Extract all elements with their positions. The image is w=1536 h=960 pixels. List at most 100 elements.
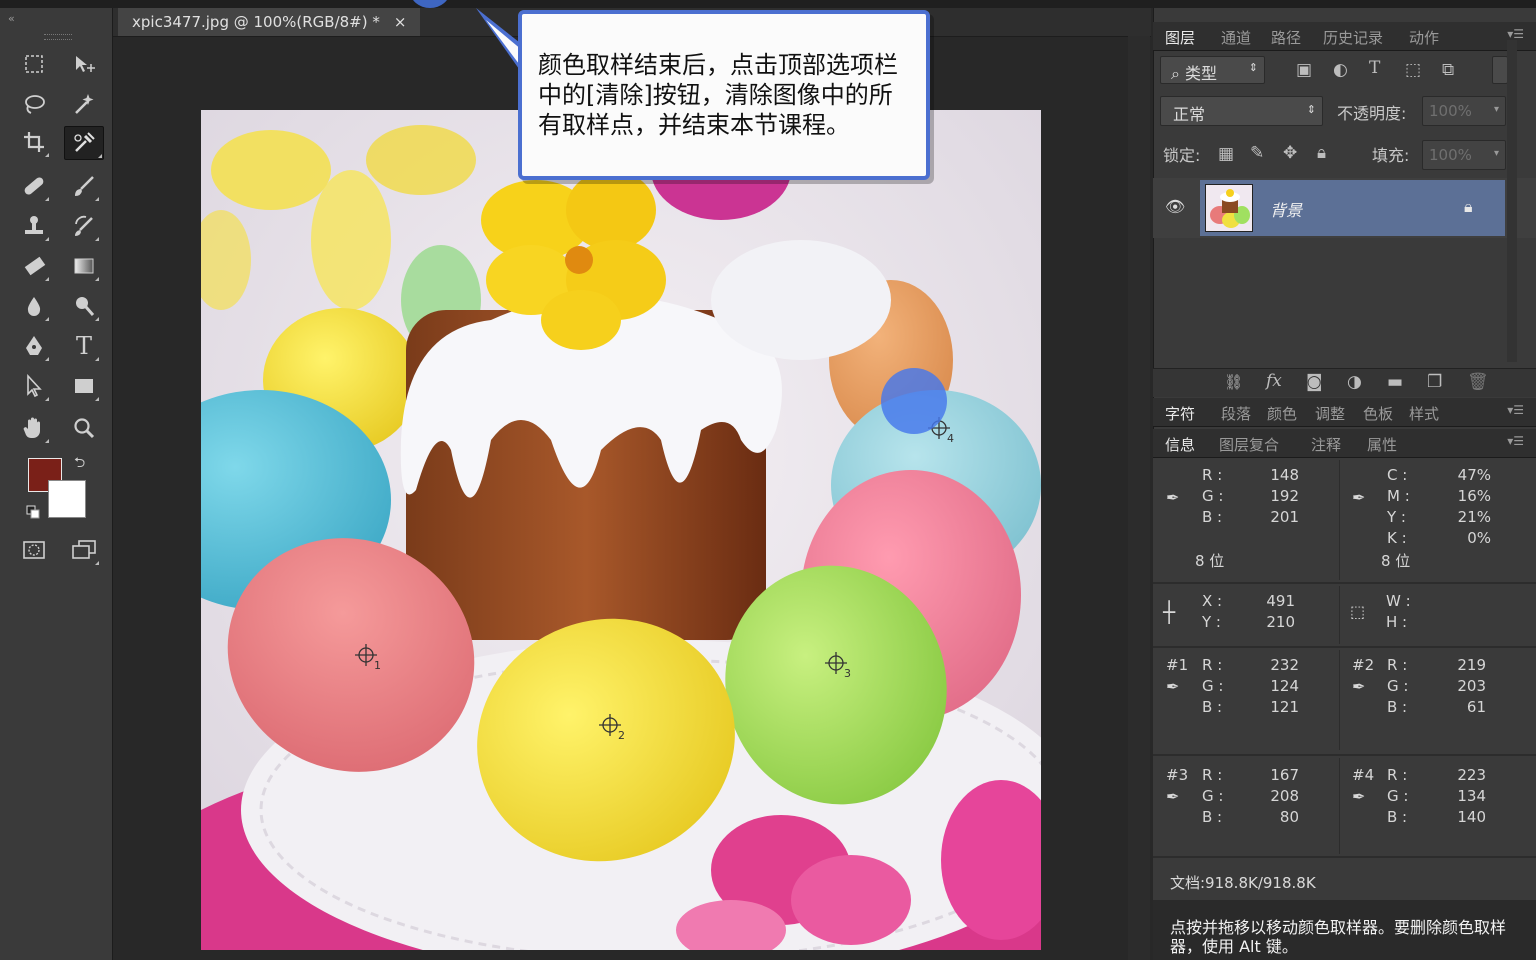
hand-icon[interactable] bbox=[18, 412, 50, 444]
healing-brush-icon[interactable] bbox=[18, 170, 50, 202]
delete-layer-icon[interactable]: 🗑︎ bbox=[1467, 372, 1489, 392]
quick-mask-icon[interactable] bbox=[18, 534, 50, 566]
tab-info[interactable]: 信息 bbox=[1165, 434, 1195, 455]
eyedropper-icon[interactable]: ✒︎ bbox=[1352, 787, 1365, 806]
new-group-icon[interactable]: ▬ bbox=[1387, 372, 1403, 392]
document-size: 文档:918.8K/918.8K bbox=[1170, 874, 1316, 892]
opacity-input[interactable]: 100% ▾ bbox=[1422, 96, 1506, 126]
cmyk-y-label: Y : bbox=[1387, 508, 1406, 526]
lock-transparent-icon[interactable]: ▦ bbox=[1218, 144, 1234, 164]
tab-layer-comps[interactable]: 图层复合 bbox=[1219, 434, 1279, 455]
tab-character[interactable]: 字符 bbox=[1165, 403, 1195, 424]
x-label: X : bbox=[1202, 592, 1223, 610]
color-sampler-icon[interactable] bbox=[64, 126, 104, 160]
callout-text: 颜色取样结束后，点击顶部选项栏中的[清除]按钮，清除图像中的所有取样点，并结束本… bbox=[538, 51, 898, 139]
eraser-icon[interactable] bbox=[18, 250, 50, 282]
info-divider bbox=[1339, 650, 1340, 750]
path-select-icon[interactable] bbox=[18, 370, 50, 402]
tab-layers[interactable]: 图层 bbox=[1165, 27, 1195, 48]
filter-type-icon[interactable]: T bbox=[1369, 58, 1380, 78]
lasso-icon[interactable] bbox=[18, 88, 50, 120]
rectangle-icon[interactable] bbox=[68, 370, 100, 402]
tab-channels[interactable]: 通道 bbox=[1221, 27, 1251, 48]
lock-all-icon[interactable]: 🔒︎ bbox=[1317, 143, 1326, 163]
eyedropper-icon[interactable]: ✒︎ bbox=[1166, 488, 1179, 507]
magic-wand-icon[interactable] bbox=[68, 88, 100, 120]
filter-shape-icon[interactable]: ⬚ bbox=[1405, 60, 1421, 80]
filter-pixel-icon[interactable]: ▣ bbox=[1296, 60, 1312, 80]
filter-smart-object-icon[interactable]: ⧉ bbox=[1442, 60, 1454, 80]
tab-styles[interactable]: 样式 bbox=[1409, 403, 1439, 424]
s2-g-label: G : bbox=[1387, 677, 1409, 695]
toolbar-grip[interactable] bbox=[44, 34, 72, 40]
eyedropper-icon[interactable]: ✒︎ bbox=[1352, 677, 1365, 696]
cmyk-m-label: M : bbox=[1387, 487, 1410, 505]
layer-filter-select[interactable]: ⌕ 类型 ⇕ bbox=[1160, 56, 1265, 84]
filter-toggle[interactable] bbox=[1492, 56, 1508, 84]
new-layer-icon[interactable]: ❐ bbox=[1427, 372, 1442, 392]
sampler-label-2: 2 bbox=[618, 729, 625, 742]
blend-mode-select[interactable]: 正常 ⇕ bbox=[1160, 96, 1323, 126]
eyedropper-icon[interactable]: ✒︎ bbox=[1166, 677, 1179, 696]
layer-name[interactable]: 背景 bbox=[1270, 197, 1302, 221]
new-adjustment-icon[interactable]: ◑ bbox=[1347, 372, 1362, 392]
s3-g-label: G : bbox=[1202, 787, 1224, 805]
brush-icon[interactable] bbox=[68, 170, 100, 202]
opacity-value: 100% bbox=[1429, 102, 1472, 120]
close-icon[interactable]: × bbox=[394, 8, 407, 36]
filter-adjustment-icon[interactable]: ◐ bbox=[1333, 60, 1348, 80]
default-colors-icon[interactable] bbox=[26, 504, 40, 519]
history-brush-icon[interactable] bbox=[68, 210, 100, 242]
blur-icon[interactable] bbox=[18, 290, 50, 322]
eyedropper-icon[interactable]: ✒︎ bbox=[1166, 787, 1179, 806]
s2-g-value: 203 bbox=[1457, 677, 1486, 695]
marquee-icon[interactable] bbox=[18, 48, 50, 80]
background-color-swatch[interactable] bbox=[48, 480, 86, 518]
tab-history[interactable]: 历史记录 bbox=[1323, 27, 1383, 48]
tab-paths[interactable]: 路径 bbox=[1271, 27, 1301, 48]
clone-stamp-icon[interactable] bbox=[18, 210, 50, 242]
s3-b-value: 80 bbox=[1279, 808, 1299, 826]
zoom-icon[interactable] bbox=[68, 412, 100, 444]
lock-pixels-icon[interactable]: ✎ bbox=[1250, 143, 1264, 163]
tab-adjustments[interactable]: 调整 bbox=[1315, 403, 1345, 424]
sampler-1-id: #1 bbox=[1166, 656, 1189, 674]
eye-icon[interactable]: 👁︎ bbox=[1165, 197, 1185, 216]
screen-mode-icon[interactable] bbox=[68, 534, 100, 566]
fill-input[interactable]: 100% ▾ bbox=[1422, 140, 1506, 170]
link-layers-icon[interactable]: ⛓︎ bbox=[1224, 373, 1243, 391]
s4-r-label: R : bbox=[1387, 766, 1408, 784]
tab-actions[interactable]: 动作 bbox=[1409, 27, 1439, 48]
tab-swatches[interactable]: 色板 bbox=[1363, 403, 1393, 424]
tab-color[interactable]: 颜色 bbox=[1267, 403, 1297, 424]
move-icon[interactable] bbox=[68, 48, 100, 80]
canvas-vertical-scrollbar[interactable] bbox=[1128, 36, 1150, 960]
panel-menu-icon[interactable]: ▾☰ bbox=[1507, 27, 1524, 41]
tab-paragraph[interactable]: 段落 bbox=[1221, 403, 1251, 424]
tab-properties[interactable]: 属性 bbox=[1367, 434, 1397, 455]
fx-icon[interactable]: fx bbox=[1266, 371, 1282, 391]
image-canvas[interactable]: 1 2 3 4 bbox=[201, 110, 1041, 950]
sampler-label-4: 4 bbox=[947, 432, 954, 445]
panel-menu-icon[interactable]: ▾☰ bbox=[1507, 434, 1524, 448]
rgb-r-label: R : bbox=[1202, 466, 1223, 484]
swap-colors-icon[interactable]: ⮌ bbox=[74, 452, 85, 476]
crop-icon[interactable] bbox=[18, 126, 50, 158]
add-mask-icon[interactable]: ◙ bbox=[1306, 372, 1323, 392]
document-tab[interactable]: xpic3477.jpg @ 100%(RGB/8#) * × bbox=[118, 8, 421, 36]
layers-scrollbar[interactable] bbox=[1507, 40, 1517, 362]
eyedropper-icon[interactable]: ✒︎ bbox=[1352, 488, 1365, 507]
cmyk-y-value: 21% bbox=[1457, 508, 1491, 526]
toolbar-collapse-icon[interactable]: « bbox=[8, 12, 15, 25]
lock-position-icon[interactable]: ✥ bbox=[1283, 143, 1297, 163]
s3-r-label: R : bbox=[1202, 766, 1223, 784]
type-icon[interactable]: T bbox=[68, 330, 100, 362]
tab-notes[interactable]: 注释 bbox=[1311, 434, 1341, 455]
s2-r-label: R : bbox=[1387, 656, 1408, 674]
y-value: 210 bbox=[1266, 613, 1295, 631]
rgb-r-value: 148 bbox=[1270, 466, 1299, 484]
gradient-icon[interactable] bbox=[68, 250, 100, 282]
panel-menu-icon[interactable]: ▾☰ bbox=[1507, 403, 1524, 417]
dodge-icon[interactable] bbox=[68, 290, 100, 322]
pen-icon[interactable] bbox=[18, 330, 50, 362]
